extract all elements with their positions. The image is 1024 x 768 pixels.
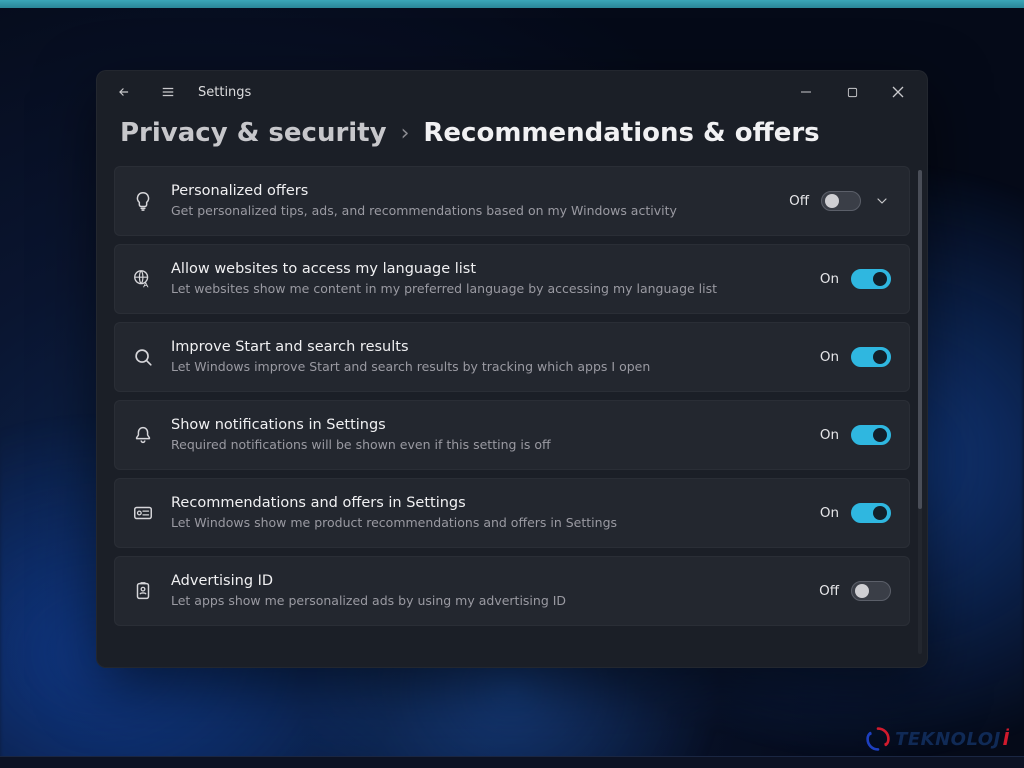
toggle-knob (873, 272, 887, 286)
titlebar: Settings (96, 70, 928, 114)
toggle-knob (855, 584, 869, 598)
setting-title: Show notifications in Settings (171, 416, 804, 436)
scrollbar[interactable] (918, 170, 922, 654)
badge-id-icon (131, 579, 155, 603)
setting-title: Improve Start and search results (171, 338, 804, 358)
setting-description: Let Windows improve Start and search res… (171, 359, 804, 376)
maximize-button[interactable] (830, 76, 874, 108)
search-icon (131, 345, 155, 369)
setting-text: Personalized offersGet personalized tips… (171, 182, 773, 220)
toggle-state-label: On (820, 427, 839, 443)
breadcrumb-parent[interactable]: Privacy & security (120, 118, 387, 148)
setting-row-1[interactable]: Allow websites to access my language lis… (114, 244, 910, 314)
toggle-state-label: Off (819, 583, 839, 599)
setting-description: Required notifications will be shown eve… (171, 437, 804, 454)
toggle-state-label: On (820, 505, 839, 521)
maximize-icon (847, 87, 858, 98)
toggle-switch[interactable] (851, 581, 891, 601)
setting-description: Get personalized tips, ads, and recommen… (171, 203, 773, 220)
close-icon (892, 86, 904, 98)
setting-text: Recommendations and offers in SettingsLe… (171, 494, 804, 532)
hamburger-icon (160, 85, 176, 99)
toggle-knob (873, 350, 887, 364)
setting-title: Allow websites to access my language lis… (171, 260, 804, 280)
setting-description: Let Windows show me product recommendati… (171, 515, 804, 532)
content-area: Personalized offersGet personalized tips… (96, 166, 928, 668)
card-offer-icon (131, 501, 155, 525)
setting-row-3[interactable]: Show notifications in SettingsRequired n… (114, 400, 910, 470)
setting-controls: On (820, 503, 891, 523)
setting-title: Recommendations and offers in Settings (171, 494, 804, 514)
setting-text: Advertising IDLet apps show me personali… (171, 572, 803, 610)
setting-controls: Off (819, 581, 891, 601)
setting-row-0[interactable]: Personalized offersGet personalized tips… (114, 166, 910, 236)
setting-title: Personalized offers (171, 182, 773, 202)
setting-title: Advertising ID (171, 572, 803, 592)
taskbar (0, 756, 1024, 768)
toggle-switch[interactable] (851, 347, 891, 367)
toggle-state-label: On (820, 349, 839, 365)
setting-controls: On (820, 425, 891, 445)
browser-top-strip (0, 0, 1024, 8)
back-button[interactable] (110, 78, 138, 106)
nav-menu-button[interactable] (154, 78, 182, 106)
setting-description: Let websites show me content in my prefe… (171, 281, 804, 298)
chevron-down-icon (874, 193, 890, 209)
toggle-switch[interactable] (851, 425, 891, 445)
breadcrumb: Privacy & security › Recommendations & o… (96, 114, 928, 166)
globe-lang-icon (131, 267, 155, 291)
setting-text: Improve Start and search resultsLet Wind… (171, 338, 804, 376)
arrow-left-icon (117, 85, 131, 99)
titlebar-left: Settings (110, 78, 251, 106)
toggle-knob (873, 506, 887, 520)
toggle-state-label: On (820, 271, 839, 287)
setting-description: Let apps show me personalized ads by usi… (171, 593, 803, 610)
setting-text: Show notifications in SettingsRequired n… (171, 416, 804, 454)
lightbulb-icon (131, 189, 155, 213)
window-controls (784, 76, 920, 108)
toggle-switch[interactable] (851, 269, 891, 289)
scrollbar-thumb[interactable] (918, 170, 922, 509)
setting-row-5[interactable]: Advertising IDLet apps show me personali… (114, 556, 910, 626)
settings-window: Settings Privacy & security › Recommenda… (96, 70, 928, 668)
setting-controls: Off (789, 191, 891, 211)
setting-controls: On (820, 269, 891, 289)
expand-button[interactable] (873, 192, 891, 210)
breadcrumb-current: Recommendations & offers (423, 118, 819, 148)
toggle-knob (873, 428, 887, 442)
minimize-icon (800, 86, 812, 98)
toggle-switch[interactable] (821, 191, 861, 211)
breadcrumb-separator: › (401, 121, 410, 146)
toggle-switch[interactable] (851, 503, 891, 523)
toggle-knob (825, 194, 839, 208)
settings-list: Personalized offersGet personalized tips… (114, 166, 910, 654)
bell-icon (131, 423, 155, 447)
setting-controls: On (820, 347, 891, 367)
setting-row-4[interactable]: Recommendations and offers in SettingsLe… (114, 478, 910, 548)
close-button[interactable] (876, 76, 920, 108)
app-title: Settings (198, 85, 251, 100)
setting-row-2[interactable]: Improve Start and search resultsLet Wind… (114, 322, 910, 392)
minimize-button[interactable] (784, 76, 828, 108)
toggle-state-label: Off (789, 193, 809, 209)
setting-text: Allow websites to access my language lis… (171, 260, 804, 298)
